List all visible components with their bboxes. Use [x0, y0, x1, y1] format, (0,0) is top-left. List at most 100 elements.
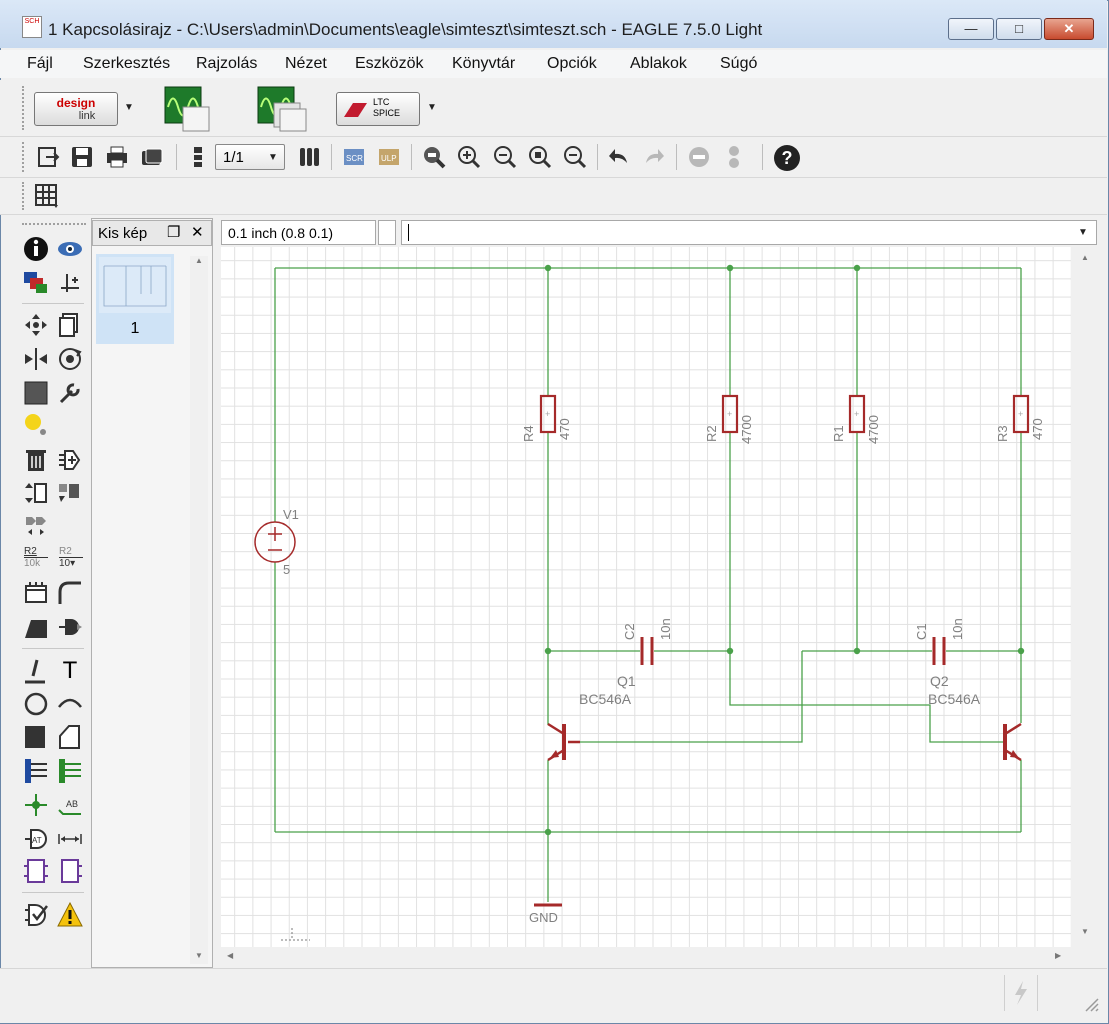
scroll-up-icon[interactable]: ▲: [1081, 253, 1089, 262]
undo-icon[interactable]: [607, 145, 631, 169]
bus-icon[interactable]: [23, 758, 49, 784]
menu-options[interactable]: Opciók: [547, 55, 597, 73]
run-icon[interactable]: ULP: [378, 145, 402, 169]
zoom-select-icon[interactable]: [528, 145, 552, 169]
text-icon[interactable]: T: [57, 658, 83, 684]
paste-icon[interactable]: [23, 412, 49, 438]
print-icon[interactable]: [105, 145, 129, 169]
zoom-fit-icon[interactable]: [422, 145, 446, 169]
erc-icon[interactable]: [23, 902, 49, 928]
info-icon[interactable]: [23, 236, 49, 262]
label-icon[interactable]: AB: [57, 792, 83, 818]
mirror-icon[interactable]: [23, 346, 49, 372]
menu-view[interactable]: Nézet: [285, 55, 327, 73]
thumbnail-scroll-down-icon[interactable]: ▼: [190, 951, 208, 960]
scroll-right-icon[interactable]: ▶: [1055, 951, 1061, 960]
panel-float-icon[interactable]: ❐: [167, 223, 180, 241]
group-icon[interactable]: [23, 380, 49, 406]
frame-icon[interactable]: [23, 858, 49, 884]
schematic-drawing[interactable]: + + + + R4 470 R2 4700 R1 4700 R3 470 C2 10…: [221, 247, 1071, 947]
toolbar-grip-left[interactable]: [22, 223, 86, 225]
copy-icon[interactable]: [57, 312, 83, 338]
change-icon[interactable]: [57, 380, 83, 406]
designlink-button[interactable]: design link: [34, 92, 118, 126]
ltspice-dropdown-icon[interactable]: ▼: [427, 102, 437, 113]
smash-icon[interactable]: [23, 580, 49, 606]
menu-draw[interactable]: Rajzolás: [196, 55, 257, 73]
zoom-out-icon[interactable]: [493, 145, 517, 169]
maximize-button[interactable]: □: [996, 18, 1042, 40]
sheet-thumbnail[interactable]: 1: [96, 254, 174, 344]
panel-close-icon[interactable]: ✕: [191, 223, 204, 241]
close-button[interactable]: ✕: [1044, 18, 1094, 40]
minimize-button[interactable]: —: [948, 18, 994, 40]
display-icon[interactable]: [23, 270, 49, 296]
stop-icon[interactable]: [687, 145, 711, 169]
menu-window[interactable]: Ablakok: [630, 55, 687, 73]
polygon-icon[interactable]: [57, 724, 83, 750]
go-icon[interactable]: [722, 145, 746, 169]
menu-file[interactable]: Fájl: [27, 55, 53, 73]
toolbar-grip-2[interactable]: [22, 142, 27, 172]
status-stop-icon[interactable]: [1004, 975, 1038, 1011]
simulate-icon[interactable]: [163, 85, 213, 133]
value-tool[interactable]: R2 10▾: [59, 546, 83, 574]
rotate-icon[interactable]: [57, 346, 83, 372]
scroll-down-icon[interactable]: ▼: [1081, 927, 1089, 936]
menu-library[interactable]: Könyvtár: [452, 55, 515, 73]
pinswap-icon[interactable]: [23, 480, 49, 506]
export-icon[interactable]: [36, 145, 60, 169]
canvas-vertical-scrollbar[interactable]: ▲ ▼: [1075, 247, 1097, 947]
command-history-button[interactable]: [378, 220, 396, 245]
zoom-in-icon[interactable]: [457, 145, 481, 169]
zoom-redraw-icon[interactable]: [563, 145, 587, 169]
save-icon[interactable]: [70, 145, 94, 169]
thumbnail-scroll-up-icon[interactable]: ▲: [190, 256, 208, 265]
split-icon[interactable]: [23, 614, 49, 640]
canvas-horizontal-scrollbar[interactable]: ◀ ▶: [221, 947, 1071, 967]
attribute-icon[interactable]: AT: [23, 826, 49, 852]
grid-icon[interactable]: [34, 183, 58, 208]
junction-icon[interactable]: [23, 792, 49, 818]
delete-icon[interactable]: [23, 447, 49, 473]
redo-icon[interactable]: [642, 145, 666, 169]
wire-icon[interactable]: [23, 658, 49, 684]
gateswap-icon[interactable]: [57, 480, 83, 506]
replace-icon[interactable]: [23, 513, 49, 539]
menu-tools[interactable]: Eszközök: [355, 55, 423, 73]
module-icon[interactable]: [57, 858, 83, 884]
designlink-dropdown-icon[interactable]: ▼: [124, 102, 134, 113]
menu-help[interactable]: Súgó: [720, 55, 757, 73]
resize-grip-icon[interactable]: [1080, 993, 1100, 1013]
help-icon[interactable]: ?: [774, 145, 800, 171]
move-icon[interactable]: [23, 312, 49, 338]
net-icon[interactable]: [57, 758, 83, 784]
invoke-icon[interactable]: [57, 614, 83, 640]
cam-icon[interactable]: [140, 145, 164, 169]
menu-edit[interactable]: Szerkesztés: [83, 55, 170, 73]
ulp-icon[interactable]: [298, 145, 322, 169]
ltspice-button[interactable]: LTC SPICE: [336, 92, 420, 126]
errors-icon[interactable]: [57, 901, 83, 928]
mark-icon[interactable]: [57, 270, 83, 296]
command-input[interactable]: ▼: [401, 220, 1097, 245]
show-icon[interactable]: [57, 236, 83, 262]
circle-icon[interactable]: [23, 691, 49, 717]
sheet-select[interactable]: 1/1 ▼: [215, 144, 285, 170]
app-icon[interactable]: SCH: [22, 16, 42, 38]
scroll-left-icon[interactable]: ◀: [227, 951, 233, 960]
name-tool[interactable]: R2 10k: [24, 546, 48, 574]
dimension-icon[interactable]: [57, 826, 83, 852]
script-icon[interactable]: SCR: [343, 145, 367, 169]
add-icon[interactable]: [57, 447, 83, 473]
schematic-canvas[interactable]: + + + + R4 470 R2 4700 R1 4700 R3 470 C2 10…: [221, 247, 1071, 947]
rect-icon[interactable]: [23, 724, 49, 750]
toolbar-grip-3[interactable]: [22, 182, 27, 210]
toolbar-grip[interactable]: [22, 86, 27, 130]
command-dropdown-icon[interactable]: ▼: [1078, 227, 1088, 238]
sheet-icon[interactable]: [186, 145, 210, 169]
thumbnail-scrollbar[interactable]: ▲ ▼: [190, 256, 208, 964]
miter-icon[interactable]: [57, 580, 83, 606]
simulate-multi-icon[interactable]: [256, 85, 308, 133]
arc-icon[interactable]: [57, 691, 83, 717]
